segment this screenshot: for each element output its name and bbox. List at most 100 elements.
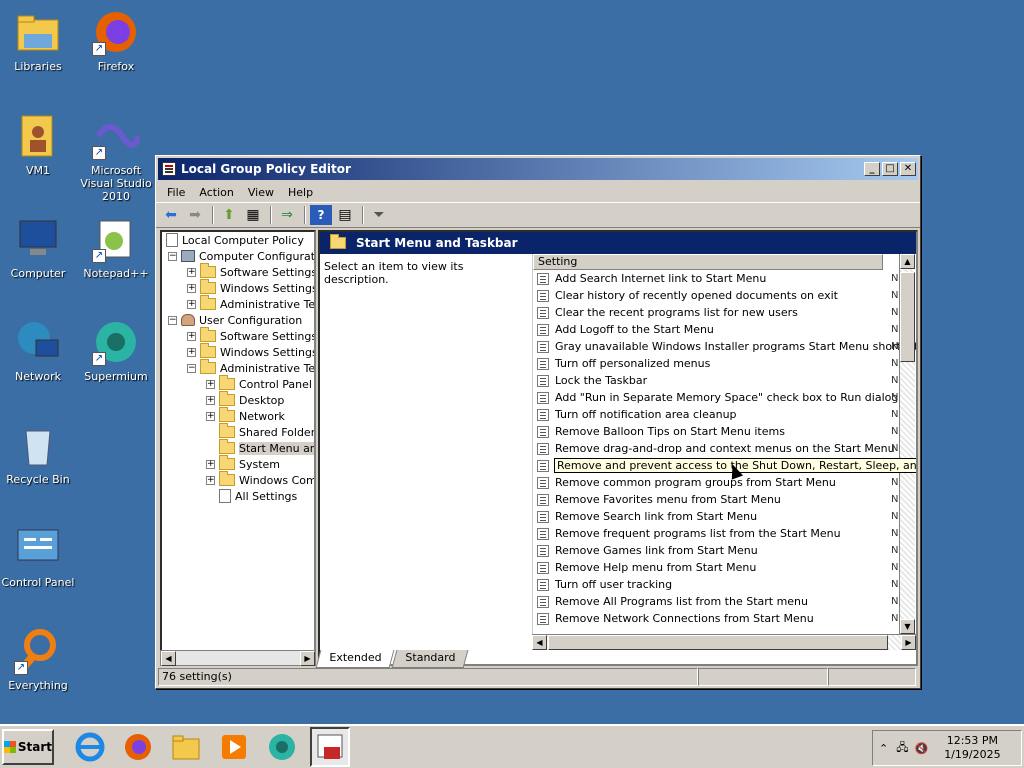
setting-row[interactable]: Remove and prevent access to the Shut Do… bbox=[533, 457, 916, 474]
setting-row[interactable]: Turn off notification area cleanup N bbox=[533, 406, 898, 423]
taskbar-explorer[interactable] bbox=[166, 727, 206, 767]
setting-row[interactable]: Turn off user tracking N bbox=[533, 576, 898, 593]
volume-muted-icon[interactable]: 🔇 bbox=[914, 742, 928, 755]
collapse-toggle-icon[interactable]: − bbox=[168, 315, 177, 325]
clock[interactable]: 12:53 PM 1/19/2025 bbox=[944, 734, 1000, 762]
tree-item[interactable]: + Windows Settings bbox=[162, 279, 314, 296]
setting-row[interactable]: Remove drag-and-drop and context menus o… bbox=[533, 440, 898, 457]
setting-row[interactable]: Add Search Internet link to Start Menu N bbox=[533, 270, 898, 287]
tree-horizontal-scrollbar[interactable]: ◀ ▶ bbox=[160, 650, 316, 666]
close-button[interactable]: ✕ bbox=[900, 162, 916, 176]
expand-toggle-icon[interactable]: + bbox=[206, 395, 215, 405]
expand-toggle-icon[interactable]: + bbox=[206, 379, 215, 389]
expand-toggle-icon[interactable]: + bbox=[187, 347, 196, 357]
tree-item[interactable]: + Windows Settings bbox=[162, 343, 314, 360]
setting-row[interactable]: Remove frequent programs list from the S… bbox=[533, 525, 898, 542]
properties-icon[interactable]: ▤ bbox=[334, 205, 356, 225]
vertical-scroll-thumb[interactable] bbox=[900, 272, 915, 362]
setting-row[interactable]: Turn off personalized menus N bbox=[533, 355, 898, 372]
expand-toggle-icon[interactable]: + bbox=[187, 267, 196, 277]
tab-standard[interactable]: Standard bbox=[391, 650, 469, 668]
minimize-button[interactable]: _ bbox=[864, 162, 880, 176]
desktop-icon-libraries[interactable]: Libraries bbox=[0, 8, 80, 73]
policy-tree[interactable]: Local Computer Policy − Computer Configur… bbox=[160, 230, 316, 666]
desktop-icon-recycle-bin[interactable]: Recycle Bin bbox=[0, 421, 80, 486]
tree-item[interactable]: Shared Folders bbox=[162, 423, 314, 440]
desktop-icon-control-panel[interactable]: Control Panel bbox=[0, 524, 80, 589]
setting-row[interactable]: Remove Balloon Tips on Start Menu items N bbox=[533, 423, 898, 440]
setting-row[interactable]: Remove Search link from Start Menu N bbox=[533, 508, 898, 525]
setting-row[interactable]: Remove All Programs list from the Start … bbox=[533, 593, 898, 610]
collapse-toggle-icon[interactable]: − bbox=[187, 363, 196, 373]
taskbar-group-policy-editor[interactable] bbox=[310, 727, 350, 767]
tree-item[interactable]: +Windows Components bbox=[162, 471, 314, 488]
menu-view[interactable]: View bbox=[241, 186, 281, 199]
tree-item[interactable]: −Computer Configuration bbox=[162, 248, 314, 264]
expand-toggle-icon[interactable]: + bbox=[187, 283, 196, 293]
tree-item[interactable]: +Administrative Templates bbox=[162, 295, 314, 312]
setting-row[interactable]: Gray unavailable Windows Installer progr… bbox=[533, 338, 916, 355]
desktop-icon-computer[interactable]: Computer bbox=[0, 215, 80, 280]
export-list-icon[interactable]: ⇒ bbox=[276, 205, 298, 225]
expand-toggle-icon[interactable]: + bbox=[206, 459, 215, 469]
tree-item[interactable]: + Desktop bbox=[162, 391, 314, 408]
setting-row[interactable]: Remove Help menu from Start Menu N bbox=[533, 559, 898, 576]
desktop-icon-network[interactable]: Network bbox=[0, 318, 80, 383]
taskbar-supermium[interactable] bbox=[262, 727, 302, 767]
tree-item[interactable]: + Control Panel bbox=[162, 375, 314, 392]
setting-row[interactable]: Clear the recent programs list for new u… bbox=[533, 304, 898, 321]
scroll-up-icon[interactable]: ▲ bbox=[900, 254, 915, 269]
settings-list[interactable]: Setting Add Search Internet link to Star… bbox=[532, 254, 916, 634]
column-header-setting[interactable]: Setting bbox=[533, 254, 883, 270]
desktop-icon-notepadpp[interactable]: ↗ Notepad++ bbox=[74, 215, 158, 280]
menu-action[interactable]: Action bbox=[192, 186, 240, 199]
settings-horizontal-scrollbar[interactable]: ◀ ▶ bbox=[532, 634, 916, 650]
taskbar-internet-explorer[interactable] bbox=[70, 727, 110, 767]
tree-item-selected[interactable]: Start Menu and Taskbar bbox=[162, 439, 314, 456]
scroll-left-icon[interactable]: ◀ bbox=[161, 651, 176, 666]
taskbar-firefox[interactable] bbox=[118, 727, 158, 767]
tree-item[interactable]: All Settings bbox=[162, 488, 314, 504]
tree-item[interactable]: + Network bbox=[162, 407, 314, 424]
scroll-down-icon[interactable]: ▼ bbox=[900, 619, 915, 634]
menu-help[interactable]: Help bbox=[281, 186, 320, 199]
tree-item[interactable]: + Software Settings bbox=[162, 327, 314, 344]
taskbar-media-player[interactable] bbox=[214, 727, 254, 767]
menu-file[interactable]: File bbox=[160, 186, 192, 199]
tree-item[interactable]: Local Computer Policy bbox=[162, 232, 314, 248]
forward-arrow-icon[interactable]: ➡ bbox=[184, 205, 206, 225]
setting-row[interactable]: Remove Games link from Start Menu N bbox=[533, 542, 898, 559]
setting-row[interactable]: Remove Network Connections from Start Me… bbox=[533, 610, 898, 627]
setting-row[interactable]: Lock the Taskbar N bbox=[533, 372, 898, 389]
filter-icon[interactable]: ⏷ bbox=[368, 205, 390, 225]
scroll-left-icon[interactable]: ◀ bbox=[532, 635, 547, 650]
group-policy-editor-window[interactable]: Local Group Policy Editor _ □ ✕ File Act… bbox=[155, 155, 921, 689]
show-hide-tree-icon[interactable]: ▦ bbox=[242, 205, 264, 225]
setting-row[interactable]: Add "Run in Separate Memory Space" check… bbox=[533, 389, 916, 406]
setting-row[interactable]: Remove Favorites menu from Start Menu N bbox=[533, 491, 898, 508]
tree-item[interactable]: −Administrative Templates bbox=[162, 359, 314, 376]
desktop-icon-visual-studio[interactable]: ↗ Microsoft Visual Studio 2010 bbox=[74, 112, 158, 203]
window-titlebar[interactable]: Local Group Policy Editor _ □ ✕ bbox=[158, 158, 918, 180]
scroll-right-icon[interactable]: ▶ bbox=[901, 635, 916, 650]
expand-toggle-icon[interactable]: + bbox=[206, 475, 215, 485]
show-hidden-icons-icon[interactable]: ⌃ bbox=[879, 742, 888, 755]
scroll-right-icon[interactable]: ▶ bbox=[300, 651, 315, 666]
back-arrow-icon[interactable]: ⬅ bbox=[160, 205, 182, 225]
expand-toggle-icon[interactable]: + bbox=[187, 299, 196, 309]
expand-toggle-icon[interactable]: + bbox=[206, 411, 215, 421]
horizontal-scroll-thumb[interactable] bbox=[548, 635, 888, 650]
desktop-icon-everything[interactable]: ↗ Everything bbox=[0, 627, 80, 692]
tab-extended[interactable]: Extended bbox=[315, 650, 395, 668]
expand-toggle-icon[interactable]: + bbox=[187, 331, 196, 341]
network-icon[interactable]: 🖧 bbox=[896, 739, 908, 758]
desktop-icon-supermium[interactable]: ↗ Supermium bbox=[74, 318, 158, 383]
tree-item[interactable]: + System bbox=[162, 455, 314, 472]
setting-row[interactable]: Add Logoff to the Start Menu N bbox=[533, 321, 898, 338]
desktop-icon-firefox[interactable]: ↗ Firefox bbox=[74, 8, 158, 73]
collapse-toggle-icon[interactable]: − bbox=[168, 251, 177, 261]
settings-vertical-scrollbar[interactable]: ▲ ▼ bbox=[899, 254, 915, 634]
up-folder-icon[interactable]: ⬆ bbox=[218, 205, 240, 225]
desktop-icon-vm1[interactable]: VM1 bbox=[0, 112, 80, 177]
setting-row[interactable]: Clear history of recently opened documen… bbox=[533, 287, 898, 304]
